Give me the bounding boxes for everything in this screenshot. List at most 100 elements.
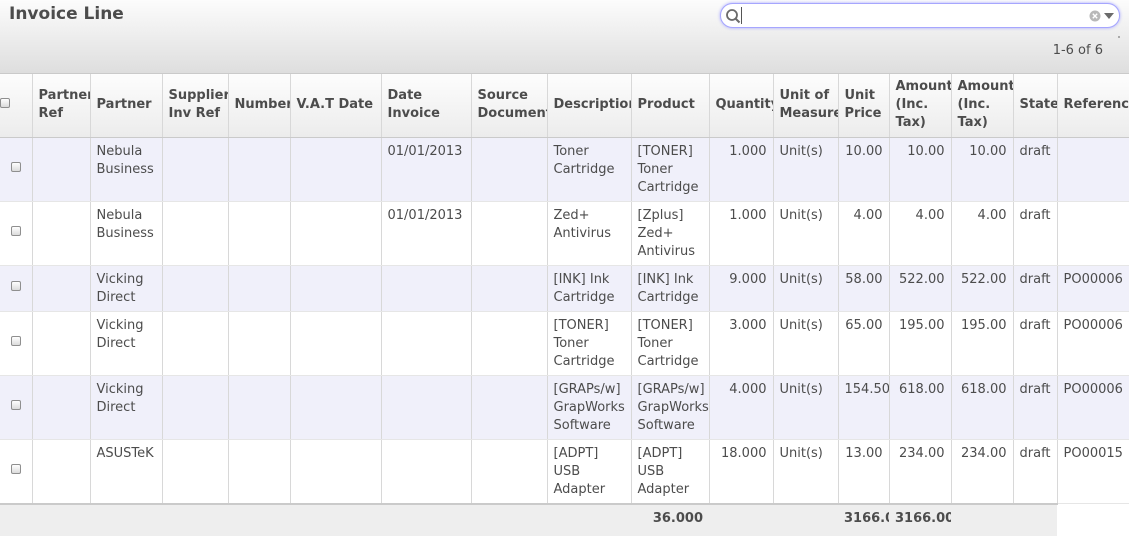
cell-partner: Vicking Direct	[89, 311, 162, 376]
column-header-state[interactable]: State	[1012, 74, 1057, 138]
cell-supplier-inv-ref	[161, 439, 228, 504]
row-select-cell[interactable]	[0, 137, 32, 202]
totals-spacer	[773, 502, 838, 536]
column-header-supplier-inv-ref[interactable]: Supplier Inv Ref	[161, 74, 228, 138]
row-select-cell[interactable]	[0, 439, 32, 504]
totals-spacer	[162, 502, 228, 536]
column-header-number[interactable]: Number	[227, 74, 290, 138]
cell-amount-inc-tax: 522.00	[888, 265, 951, 312]
column-header-partner[interactable]: Partner	[89, 74, 162, 138]
cell-state: draft	[1012, 265, 1057, 312]
column-header-uom[interactable]: Unit of Measure	[772, 74, 838, 138]
totals-spacer	[0, 502, 32, 536]
search-box[interactable]	[720, 3, 1120, 28]
cell-amount-inc-tax-2: 10.00	[950, 137, 1013, 202]
cell-uom: Unit(s)	[772, 201, 838, 266]
row-select-cell[interactable]	[0, 201, 32, 266]
totals-spacer	[290, 502, 381, 536]
column-header-unit-price[interactable]: Unit Price	[837, 74, 889, 138]
cell-unit-price: 65.00	[837, 311, 889, 376]
cell-amount-inc-tax-2: 618.00	[950, 375, 1013, 440]
totals-spacer	[547, 502, 631, 536]
cell-supplier-inv-ref	[161, 265, 228, 312]
cell-amount-inc-tax: 234.00	[888, 439, 951, 504]
cell-description: [TONER] Toner Cartridge	[546, 311, 631, 376]
cell-source-document	[470, 375, 547, 440]
cell-source-document	[470, 311, 547, 376]
clear-search-icon[interactable]	[1089, 10, 1101, 22]
cell-quantity: 4.000	[708, 375, 773, 440]
row-checkbox[interactable]	[10, 400, 21, 410]
totals-spacer	[1013, 502, 1057, 536]
cell-reference: PO00015	[1056, 439, 1129, 504]
row-select-cell[interactable]	[0, 311, 32, 376]
cell-vat-date	[289, 311, 381, 376]
table-row[interactable]: ASUSTeK [ADPT] USB Adapter [ADPT] USB Ad…	[0, 439, 1129, 504]
row-checkbox[interactable]	[10, 281, 21, 291]
table-row[interactable]: Vicking Direct [INK] Ink Cartridge [INK]…	[0, 265, 1129, 312]
cell-number	[227, 439, 290, 504]
cell-product: [TONER] Toner Cartridge	[630, 137, 709, 202]
column-header-partner-ref[interactable]: Partner Ref	[31, 74, 90, 138]
cell-reference: PO00006	[1056, 311, 1129, 376]
cell-state: draft	[1012, 137, 1057, 202]
invoice-line-table: Partner Ref Partner Supplier Inv Ref Num…	[0, 74, 1129, 536]
cell-partner: ASUSTeK	[89, 439, 162, 504]
row-checkbox[interactable]	[10, 464, 21, 474]
cell-number	[227, 375, 290, 440]
row-checkbox[interactable]	[10, 336, 21, 346]
cell-product: [ADPT] USB Adapter	[630, 439, 709, 504]
cell-number	[227, 137, 290, 202]
cell-partner-ref	[31, 439, 90, 504]
cell-reference: PO00006	[1056, 375, 1129, 440]
cell-date-invoice: 01/01/2013	[380, 137, 471, 202]
row-select-cell[interactable]	[0, 375, 32, 440]
row-select-cell[interactable]	[0, 265, 32, 312]
table-row[interactable]: Nebula Business 01/01/2013 Zed+ Antiviru…	[0, 201, 1129, 266]
search-input[interactable]	[741, 7, 1082, 24]
cell-quantity: 18.000	[708, 439, 773, 504]
column-header-product[interactable]: Product	[630, 74, 709, 138]
cell-state: draft	[1012, 375, 1057, 440]
cell-partner: Vicking Direct	[89, 265, 162, 312]
cell-partner-ref	[31, 265, 90, 312]
cell-amount-inc-tax-2: 234.00	[950, 439, 1013, 504]
column-header-reference[interactable]: Reference	[1056, 74, 1129, 138]
cell-vat-date	[289, 375, 381, 440]
cell-uom: Unit(s)	[772, 137, 838, 202]
column-header-amount-inc-tax[interactable]: Amount (Inc. Tax)	[888, 74, 951, 138]
column-header-amount-inc-tax-2[interactable]: Amount (Inc. Tax)	[950, 74, 1013, 138]
row-checkbox[interactable]	[10, 226, 21, 236]
cell-partner: Nebula Business	[89, 201, 162, 266]
cell-partner-ref	[31, 201, 90, 266]
total-amount-inc-tax: 3166.00	[838, 502, 889, 536]
cell-partner: Nebula Business	[89, 137, 162, 202]
cell-uom: Unit(s)	[772, 439, 838, 504]
cell-date-invoice	[380, 265, 471, 312]
column-header-vat-date[interactable]: V.A.T Date	[289, 74, 381, 138]
table-row[interactable]: Nebula Business 01/01/2013 Toner Cartrid…	[0, 137, 1129, 202]
cell-source-document	[470, 137, 547, 202]
column-header-description[interactable]: Description	[546, 74, 631, 138]
pager[interactable]: 1-6 of 6	[1053, 43, 1103, 58]
cell-description: [INK] Ink Cartridge	[546, 265, 631, 312]
cell-uom: Unit(s)	[772, 311, 838, 376]
totals-spacer	[90, 502, 162, 536]
cell-unit-price: 13.00	[837, 439, 889, 504]
search-dropdown-icon[interactable]	[1104, 13, 1114, 19]
totals-spacer	[471, 502, 547, 536]
cell-reference: PO00006	[1056, 265, 1129, 312]
cell-amount-inc-tax: 10.00	[888, 137, 951, 202]
row-checkbox[interactable]	[10, 162, 21, 172]
column-header-quantity[interactable]: Quantity	[708, 74, 773, 138]
totals-spacer	[381, 502, 471, 536]
table-row[interactable]: Vicking Direct [GRAPs/w] GrapWorks Softw…	[0, 375, 1129, 440]
totals-spacer	[951, 502, 1013, 536]
cell-amount-inc-tax-2: 4.00	[950, 201, 1013, 266]
table-row[interactable]: Vicking Direct [TONER] Toner Cartridge […	[0, 311, 1129, 376]
select-all-checkbox[interactable]	[0, 74, 32, 138]
checkbox[interactable]	[0, 98, 10, 109]
column-header-date-invoice[interactable]: Date Invoice	[380, 74, 471, 138]
column-header-source-document[interactable]: Source Document	[470, 74, 547, 138]
cell-amount-inc-tax-2: 522.00	[950, 265, 1013, 312]
